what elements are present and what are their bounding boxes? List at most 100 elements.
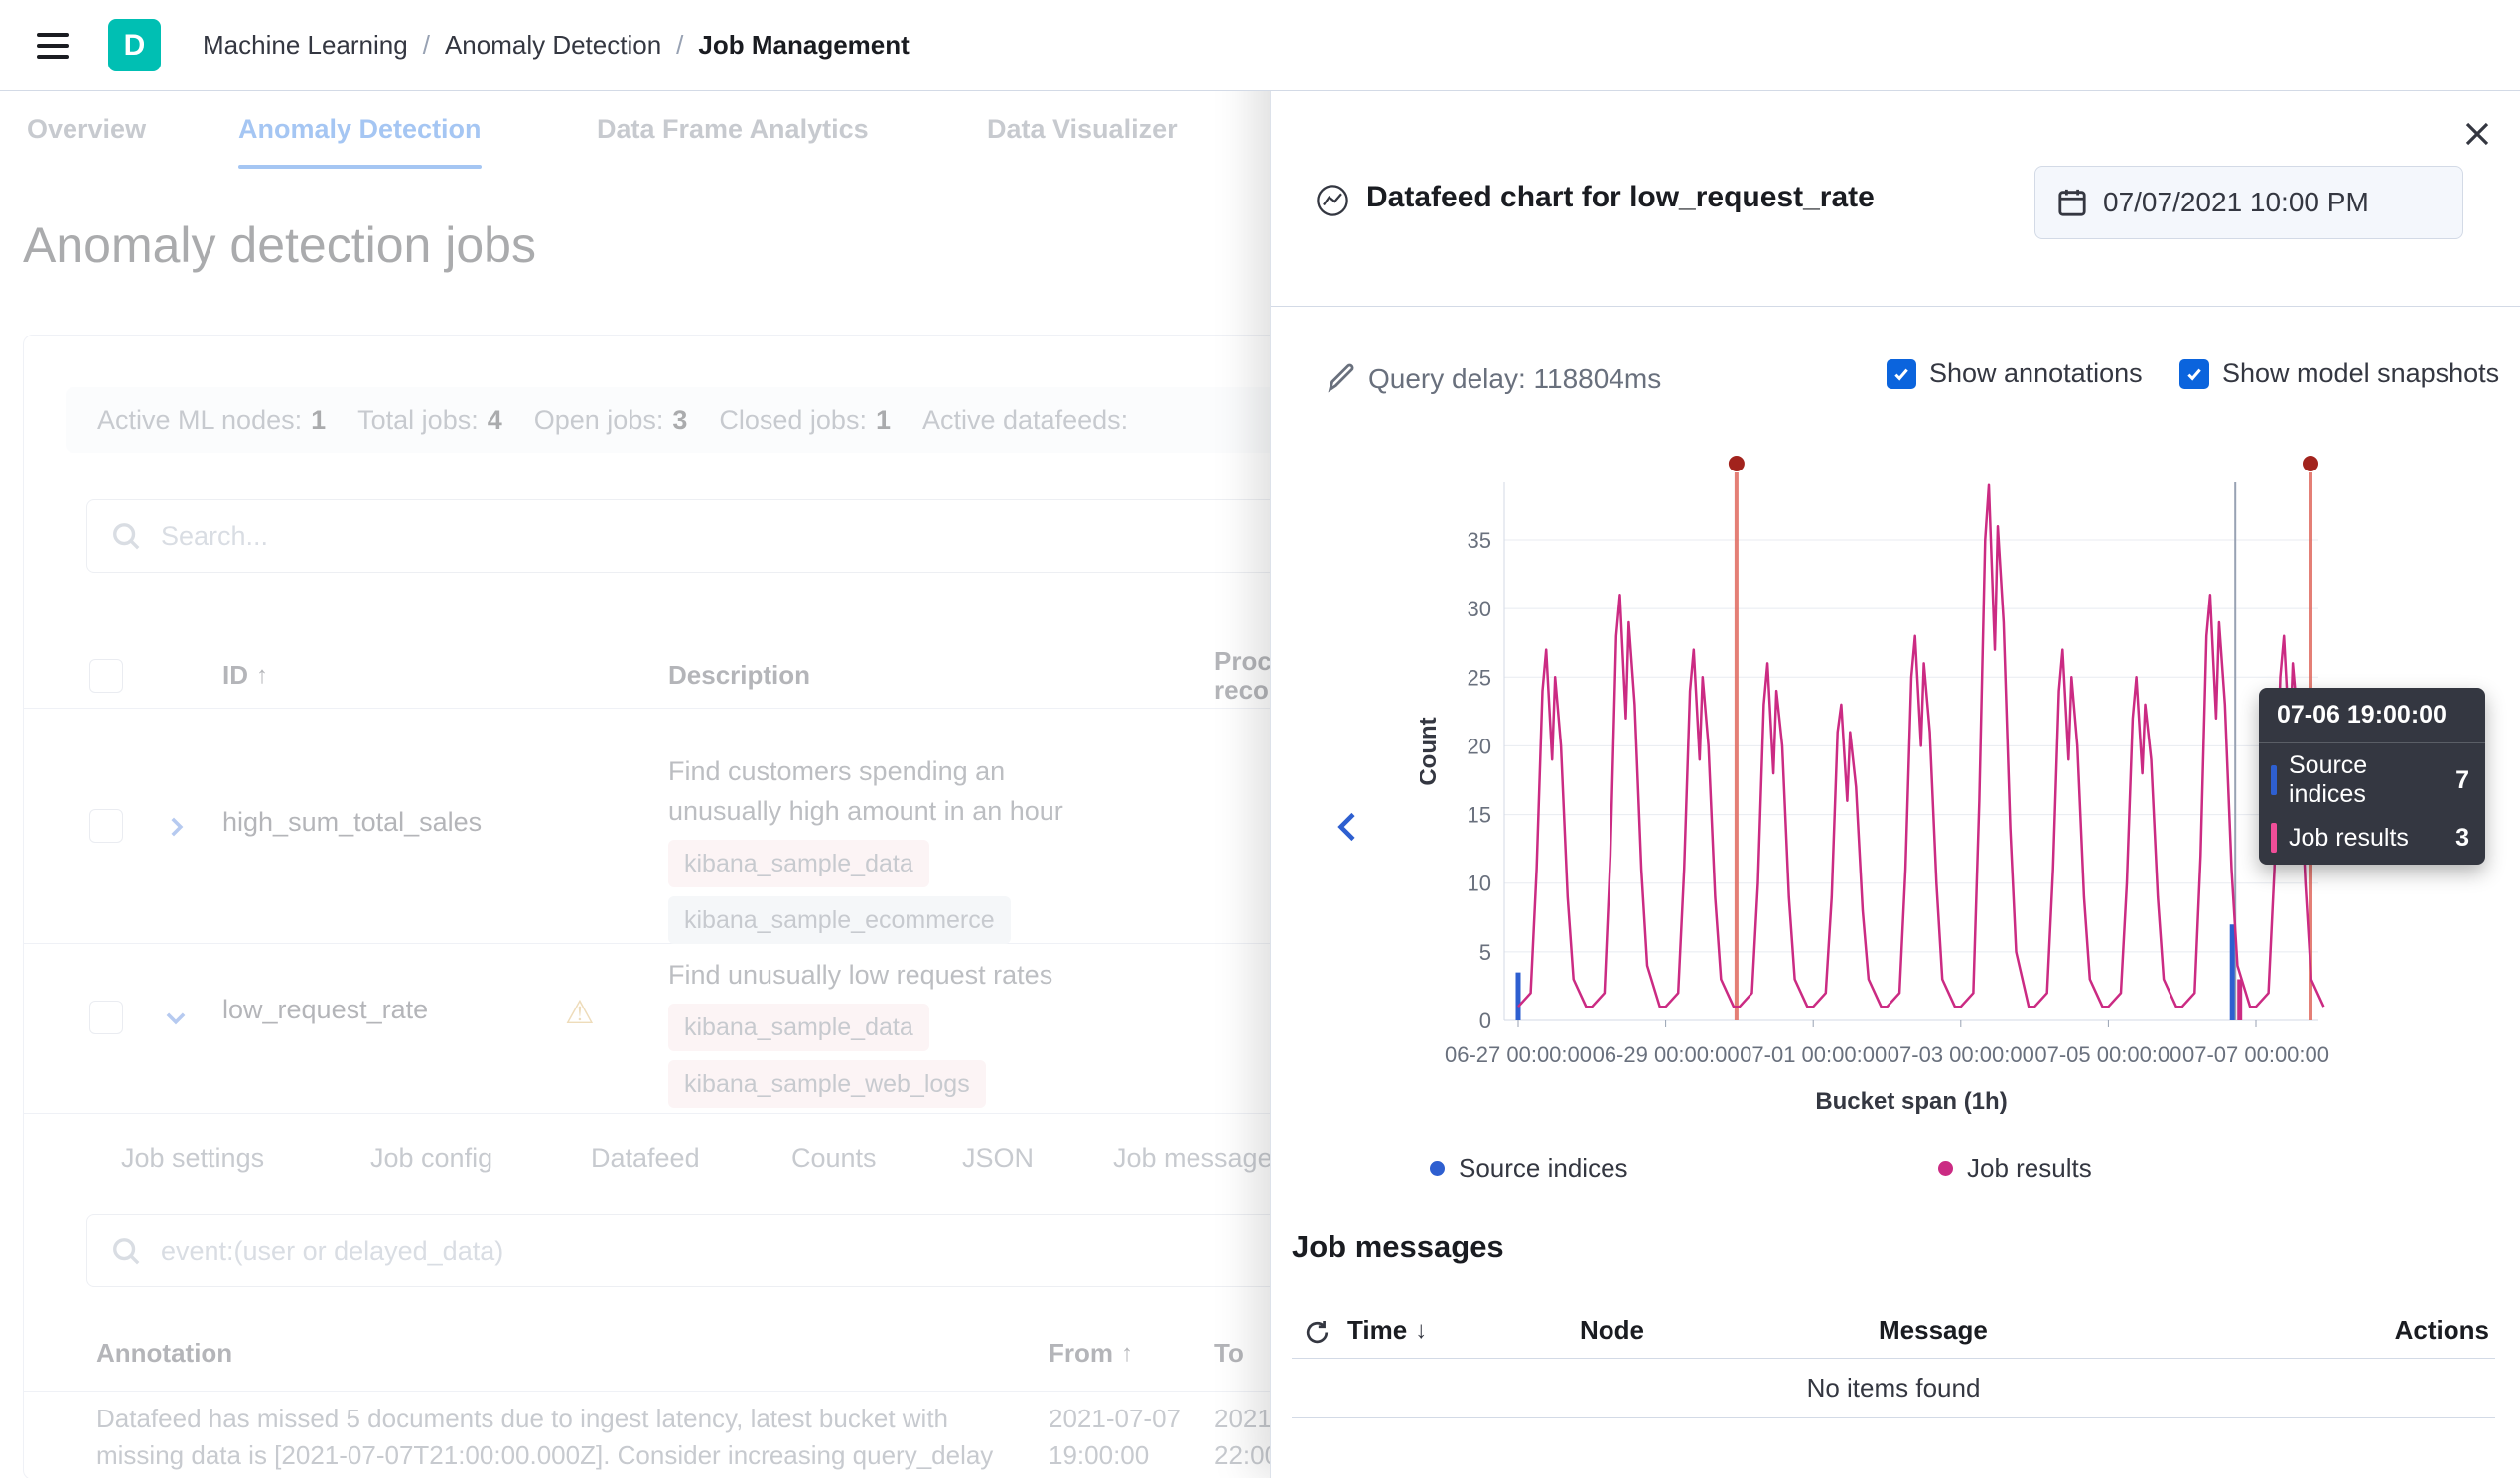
breadcrumb-job-management: Job Management — [698, 30, 909, 61]
checkbox-label: Show annotations — [1929, 358, 2143, 389]
page-title: Anomaly detection jobs — [23, 216, 536, 274]
column-header-annotation: Annotation — [96, 1338, 232, 1369]
column-header-description[interactable]: Description — [668, 643, 810, 708]
chevron-right-icon[interactable] — [163, 814, 189, 840]
legend-job-results[interactable]: Job results — [1938, 1153, 2092, 1184]
datafeed-chart-flyout: Datafeed chart for low_request_rate 07/0… — [1270, 0, 2520, 1478]
tab-job-messages[interactable]: Job messages — [1113, 1143, 1286, 1174]
column-header-message: Message — [1879, 1315, 1988, 1346]
svg-text:0: 0 — [1479, 1008, 1491, 1033]
job-description: Find unusually low request rates kibana_… — [668, 955, 1095, 1108]
column-label: ID — [222, 660, 248, 691]
tooltip-label: Source indices — [2289, 751, 2444, 809]
tab-datafeed[interactable]: Datafeed — [591, 1143, 700, 1174]
breadcrumb-separator: / — [423, 30, 430, 61]
svg-text:07-01 00:00:00: 07-01 00:00:00 — [1740, 1042, 1887, 1067]
chevron-left-icon[interactable] — [1325, 804, 1372, 852]
row-checkbox[interactable] — [89, 1001, 123, 1034]
tab-json[interactable]: JSON — [962, 1143, 1034, 1174]
series-color-bar — [2271, 765, 2277, 795]
job-messages-table-header: Time ↓ Node Message Actions — [1292, 1300, 2495, 1359]
tooltip-title: 07-06 19:00:00 — [2259, 688, 2485, 743]
datafeed-chart[interactable]: 3530252015105006-27 00:00:0006-29 00:00:… — [1420, 437, 2373, 1132]
svg-text:07-05 00:00:00: 07-05 00:00:00 — [2034, 1042, 2181, 1067]
legend-dot-icon — [1938, 1161, 1953, 1176]
legend-label: Source indices — [1459, 1153, 1628, 1184]
calendar-icon — [2057, 188, 2087, 217]
tab-data-frame-analytics[interactable]: Data Frame Analytics — [597, 90, 869, 169]
deployment-logo[interactable]: D — [108, 19, 161, 71]
stat-label: Active datafeeds: — [922, 405, 1128, 435]
job-description-text: Find unusually low request rates — [668, 960, 1052, 990]
job-description: Find customers spending an unusually hig… — [668, 751, 1095, 944]
job-id[interactable]: high_sum_total_sales — [222, 807, 482, 838]
date-picker-value: 07/07/2021 10:00 PM — [2103, 187, 2369, 218]
chart-tooltip: 07-06 19:00:00 Source indices 7 Job resu… — [2259, 688, 2485, 865]
menu-icon[interactable] — [37, 33, 69, 59]
tab-job-config[interactable]: Job config — [370, 1143, 492, 1174]
tooltip-row: Source indices 7 — [2259, 743, 2485, 815]
show-annotations-checkbox[interactable]: Show annotations — [1887, 358, 2143, 389]
tab-data-visualizer[interactable]: Data Visualizer — [987, 90, 1178, 169]
date-picker[interactable]: 07/07/2021 10:00 PM — [2034, 166, 2463, 239]
column-header-to[interactable]: To — [1214, 1338, 1244, 1369]
tab-anomaly-detection[interactable]: Anomaly Detection — [238, 90, 482, 169]
datafeed-chart-icon — [1315, 183, 1350, 218]
annotation-from: 2021-07-07 19:00:00 — [1049, 1401, 1181, 1474]
svg-text:Bucket span (1h): Bucket span (1h) — [1815, 1088, 2007, 1115]
column-header-id[interactable]: ID ↑ — [222, 643, 268, 708]
svg-text:15: 15 — [1468, 803, 1491, 828]
machine-learning-app: D Machine Learning / Anomaly Detection /… — [0, 0, 2520, 1478]
edit-icon[interactable] — [1327, 363, 1356, 393]
series-color-bar — [2271, 823, 2277, 853]
refresh-icon[interactable] — [1304, 1319, 1330, 1346]
stat-value: 1 — [311, 405, 326, 435]
tab-job-settings[interactable]: Job settings — [121, 1143, 264, 1174]
tooltip-label: Job results — [2289, 824, 2409, 853]
stat-label: Closed jobs: — [719, 405, 867, 435]
legend-source-indices[interactable]: Source indices — [1430, 1153, 1628, 1184]
index-badge: kibana_sample_web_logs — [668, 1060, 986, 1108]
stat-value: 4 — [488, 405, 502, 435]
stat-value: 1 — [876, 405, 891, 435]
row-checkbox[interactable] — [89, 809, 123, 843]
stat-label: Total jobs: — [357, 405, 479, 435]
tab-overview[interactable]: Overview — [27, 90, 146, 169]
breadcrumb-separator: / — [676, 30, 683, 61]
svg-text:35: 35 — [1468, 528, 1491, 553]
tab-counts[interactable]: Counts — [791, 1143, 877, 1174]
index-badge: kibana_sample_data — [668, 1004, 929, 1051]
breadcrumb-anomaly-detection[interactable]: Anomaly Detection — [445, 30, 661, 61]
legend-label: Job results — [1967, 1153, 2092, 1184]
chart-legend: Source indices Job results — [1420, 1153, 2481, 1193]
index-badge: kibana_sample_ecommerce — [668, 896, 1011, 944]
warning-icon: ⚠ — [565, 993, 595, 1031]
svg-text:25: 25 — [1468, 665, 1491, 690]
index-badge: kibana_sample_data — [668, 840, 929, 887]
svg-text:10: 10 — [1468, 872, 1491, 896]
stat-value: 3 — [672, 405, 687, 435]
breadcrumb-machine-learning[interactable]: Machine Learning — [203, 30, 408, 61]
show-model-snapshots-checkbox[interactable]: Show model snapshots — [2179, 358, 2499, 389]
job-messages-empty-state: No items found — [1292, 1358, 2495, 1418]
column-header-time[interactable]: Time ↓ — [1347, 1315, 1427, 1346]
top-bar: D Machine Learning / Anomaly Detection /… — [0, 0, 2520, 91]
select-all-checkbox[interactable] — [89, 659, 123, 693]
flyout-title: Datafeed chart for low_request_rate — [1366, 181, 1875, 214]
sort-desc-icon: ↓ — [1415, 1317, 1427, 1345]
chevron-down-icon[interactable] — [163, 1005, 189, 1030]
sort-asc-icon: ↑ — [256, 662, 268, 690]
checkbox-label: Show model snapshots — [2222, 358, 2499, 389]
column-header-node: Node — [1580, 1315, 1644, 1346]
job-description-text: Find customers spending an unusually hig… — [668, 756, 1063, 826]
svg-text:07-07 00:00:00: 07-07 00:00:00 — [2182, 1042, 2329, 1067]
svg-text:30: 30 — [1468, 597, 1491, 621]
stat-label: Open jobs: — [534, 405, 664, 435]
query-delay-text: Query delay: 118804ms — [1368, 363, 1661, 395]
tooltip-value: 7 — [2455, 766, 2469, 795]
column-header-from[interactable]: From ↑ — [1049, 1338, 1133, 1369]
job-id[interactable]: low_request_rate — [222, 995, 428, 1025]
annotation-text: Datafeed has missed 5 documents due to i… — [96, 1401, 1040, 1474]
legend-dot-icon — [1430, 1161, 1445, 1176]
svg-text:06-27 00:00:00: 06-27 00:00:00 — [1445, 1042, 1592, 1067]
